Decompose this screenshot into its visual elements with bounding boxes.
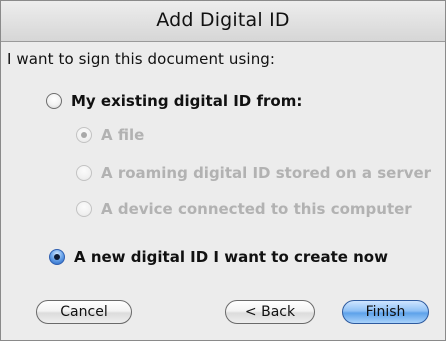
option-new-digital-id[interactable]: A new digital ID I want to create now	[49, 248, 388, 266]
dialog-title: Add Digital ID	[156, 9, 290, 31]
option-existing-digital-id-label: My existing digital ID from:	[71, 92, 303, 110]
option-roaming-digital-id-label: A roaming digital ID stored on a server	[101, 164, 432, 182]
option-a-file-label: A file	[101, 126, 145, 144]
radio-roaming-digital-id[interactable]	[76, 165, 92, 181]
radio-device-connected[interactable]	[76, 201, 92, 217]
add-digital-id-dialog: Add Digital ID I want to sign this docum…	[0, 0, 446, 341]
radio-new-digital-id[interactable]	[49, 249, 65, 265]
option-device-connected[interactable]: A device connected to this computer	[76, 200, 412, 218]
finish-button[interactable]: Finish	[342, 300, 429, 324]
title-bar: Add Digital ID	[1, 1, 445, 42]
option-existing-digital-id[interactable]: My existing digital ID from:	[46, 92, 302, 110]
signing-prompt: I want to sign this document using:	[7, 50, 276, 68]
radio-a-file[interactable]	[76, 127, 92, 143]
option-device-connected-label: A device connected to this computer	[101, 200, 412, 218]
back-button[interactable]: < Back	[225, 300, 315, 324]
cancel-button[interactable]: Cancel	[36, 300, 132, 324]
option-new-digital-id-label: A new digital ID I want to create now	[74, 248, 388, 266]
option-a-file[interactable]: A file	[76, 126, 144, 144]
radio-existing-digital-id[interactable]	[46, 93, 62, 109]
option-roaming-digital-id[interactable]: A roaming digital ID stored on a server	[76, 164, 431, 182]
